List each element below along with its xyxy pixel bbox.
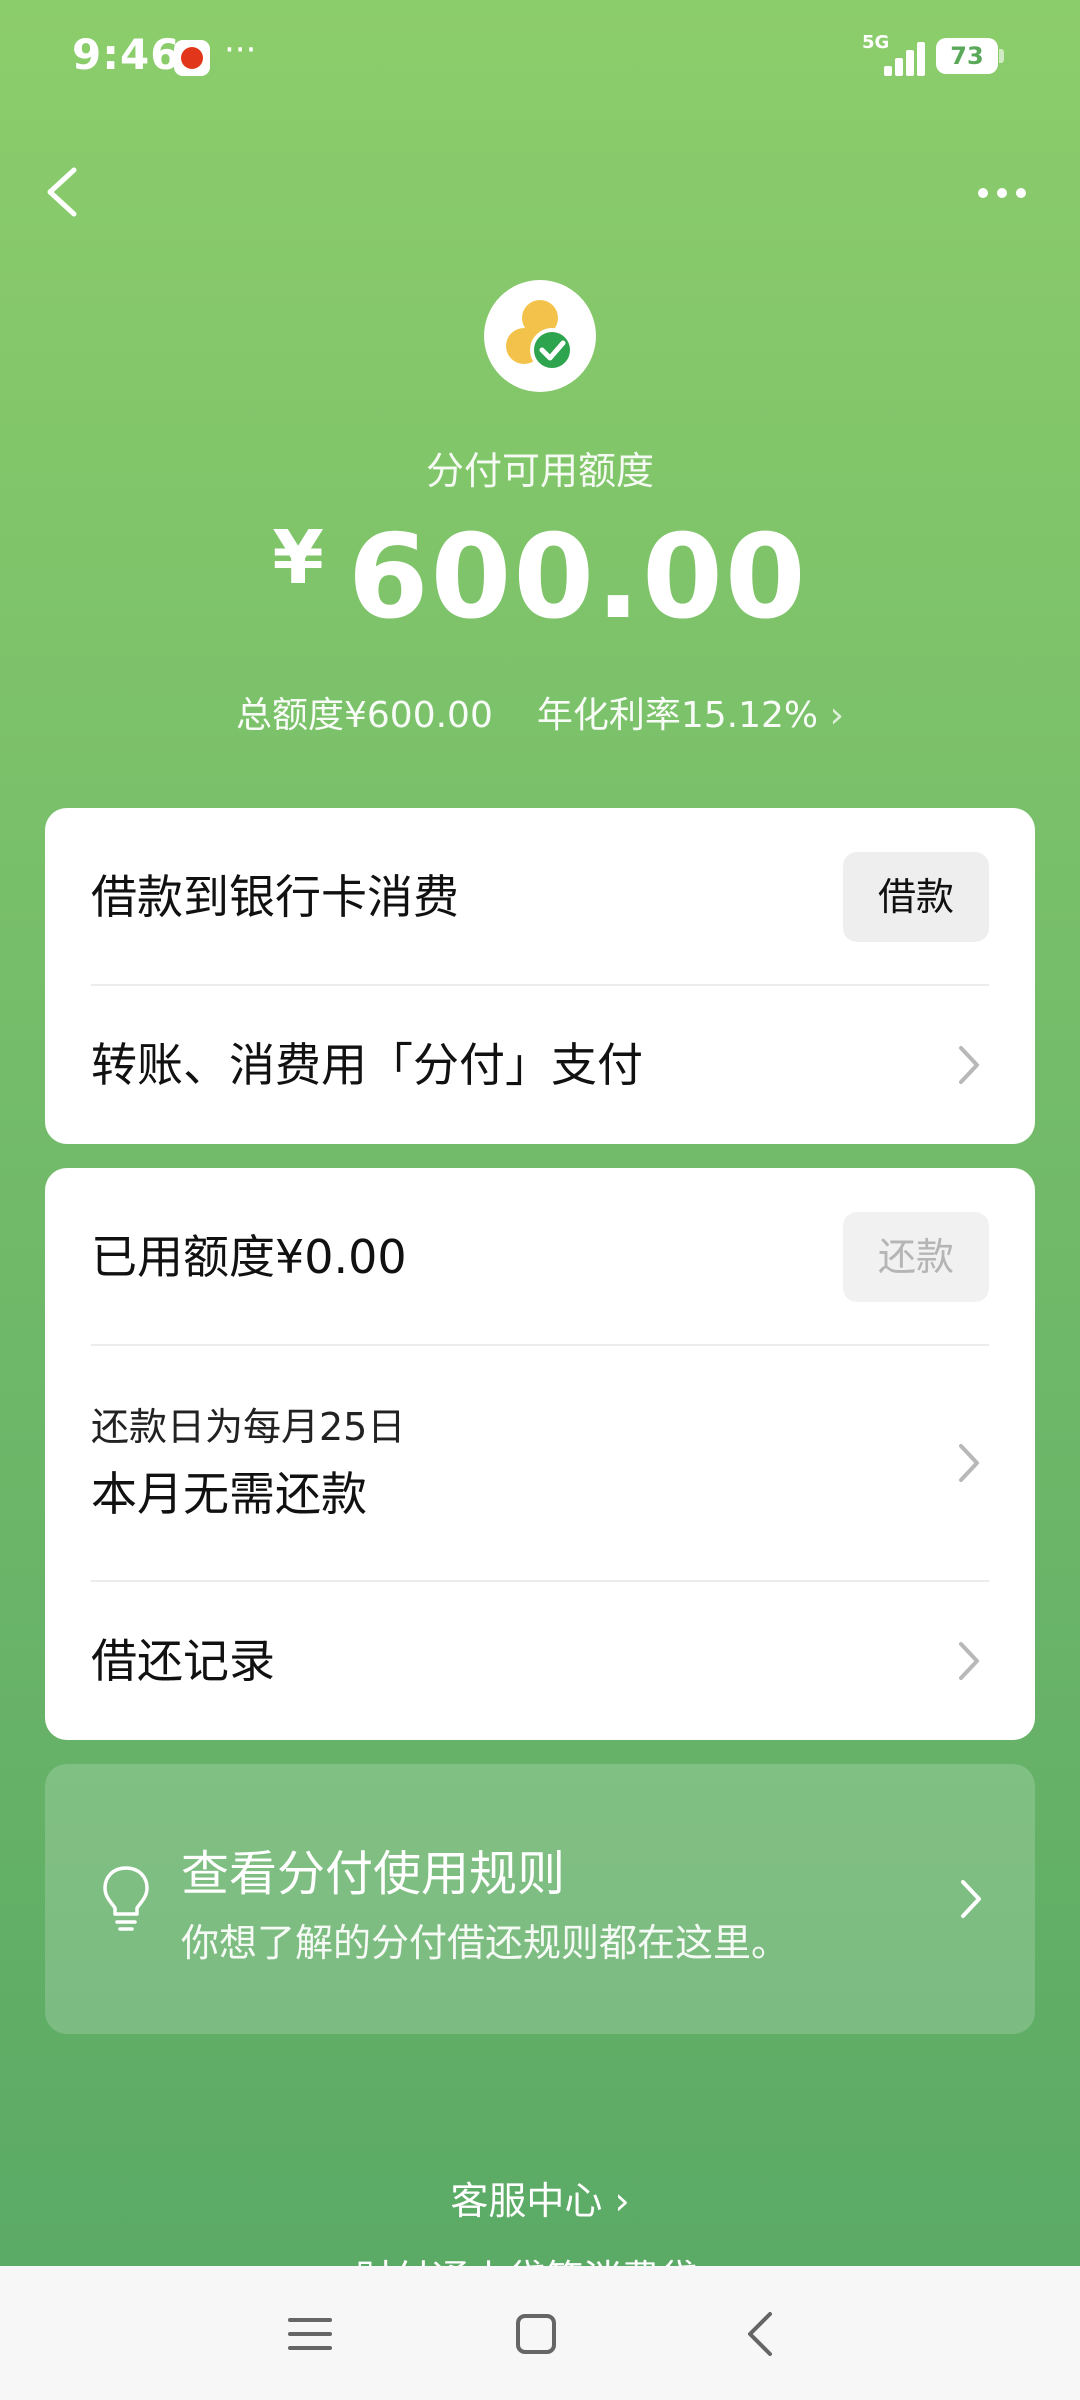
chevron-right-icon xyxy=(955,1876,985,1922)
repay-schedule-row[interactable]: 还款日为每月25日 本月无需还款 xyxy=(91,1346,989,1580)
signal-bar xyxy=(895,58,903,76)
pay-with-fenfu-row[interactable]: 转账、消费用「分付」支付 xyxy=(91,986,989,1144)
annual-rate-link[interactable]: 年化利率15.12% › xyxy=(537,695,844,736)
amount-value: 600.00 xyxy=(347,510,808,645)
usage-rules-desc: 你想了解的分付借还规则都在这里。 xyxy=(181,1921,790,1965)
records-label: 借还记录 xyxy=(91,1634,275,1688)
menu-nav-button[interactable] xyxy=(278,2302,342,2366)
signal-bar xyxy=(906,50,914,76)
borrow-row: 借款到银行卡消费 借款 xyxy=(91,852,989,942)
status-more-indicator: ··· xyxy=(224,30,257,70)
pay-with-fenfu-label: 转账、消费用「分付」支付 xyxy=(91,1038,643,1092)
annual-rate: 年化利率15.12% xyxy=(536,695,819,736)
home-square-icon xyxy=(516,2314,556,2354)
borrow-card: 借款到银行卡消费 借款 转账、消费用「分付」支付 xyxy=(45,808,1035,1144)
signal-icon: 5G xyxy=(862,32,925,76)
more-button[interactable] xyxy=(970,170,1034,214)
more-dots-icon xyxy=(997,188,1007,198)
available-credit-amount: ¥600.00 xyxy=(0,510,1080,645)
home-nav-button[interactable] xyxy=(504,2302,568,2366)
repay-status: 本月无需还款 xyxy=(91,1467,367,1521)
usage-rules-card[interactable]: 查看分付使用规则 你想了解的分付借还规则都在这里。 xyxy=(45,1764,1035,2034)
available-credit-label: 分付可用额度 xyxy=(425,449,654,493)
records-row[interactable]: 借还记录 xyxy=(91,1582,989,1740)
chevron-right-icon xyxy=(953,1042,983,1088)
repay-card: 已用额度¥0.00 还款 还款日为每月25日 本月无需还款 借还记录 xyxy=(45,1168,1035,1740)
status-bar: 9:46 ··· 5G 73 xyxy=(0,0,1080,120)
chevron-right-icon xyxy=(953,1440,983,1486)
used-credit-row: 已用额度¥0.00 还款 xyxy=(91,1212,989,1302)
repay-day: 还款日为每月25日 xyxy=(91,1405,406,1449)
repay-button[interactable]: 还款 xyxy=(843,1212,989,1302)
fenfu-logo xyxy=(484,280,596,392)
chevron-right-icon xyxy=(953,1638,983,1684)
credit-info: 总额度¥600.00 年化利率15.12% › xyxy=(0,686,1080,738)
network-type: 5G xyxy=(862,32,890,53)
signal-bar xyxy=(884,66,892,76)
status-time: 9:46 xyxy=(72,30,181,79)
lightbulb-icon xyxy=(101,1864,151,1934)
customer-service-link[interactable]: 客服中心 › xyxy=(0,2170,1080,2225)
total-limit: 总额度¥600.00 xyxy=(235,695,493,736)
usage-rules-title: 查看分付使用规则 xyxy=(181,1846,566,1902)
signal-bar xyxy=(917,42,925,76)
chevron-left-icon xyxy=(47,167,77,217)
menu-icon xyxy=(288,2318,332,2350)
chevron-left-icon xyxy=(748,2312,772,2356)
fenfu-logo-icon xyxy=(506,300,574,372)
back-nav-button[interactable] xyxy=(730,2302,794,2366)
chevron-right-icon: › xyxy=(829,695,844,736)
more-dots-icon xyxy=(1016,188,1026,198)
more-dots-icon xyxy=(978,188,988,198)
system-nav-bar xyxy=(0,2266,1080,2400)
currency-symbol: ¥ xyxy=(272,515,324,601)
app-notification-icon xyxy=(174,40,210,76)
battery-icon: 73 xyxy=(936,38,1004,74)
borrow-button[interactable]: 借款 xyxy=(843,852,989,942)
back-button[interactable] xyxy=(36,160,92,224)
